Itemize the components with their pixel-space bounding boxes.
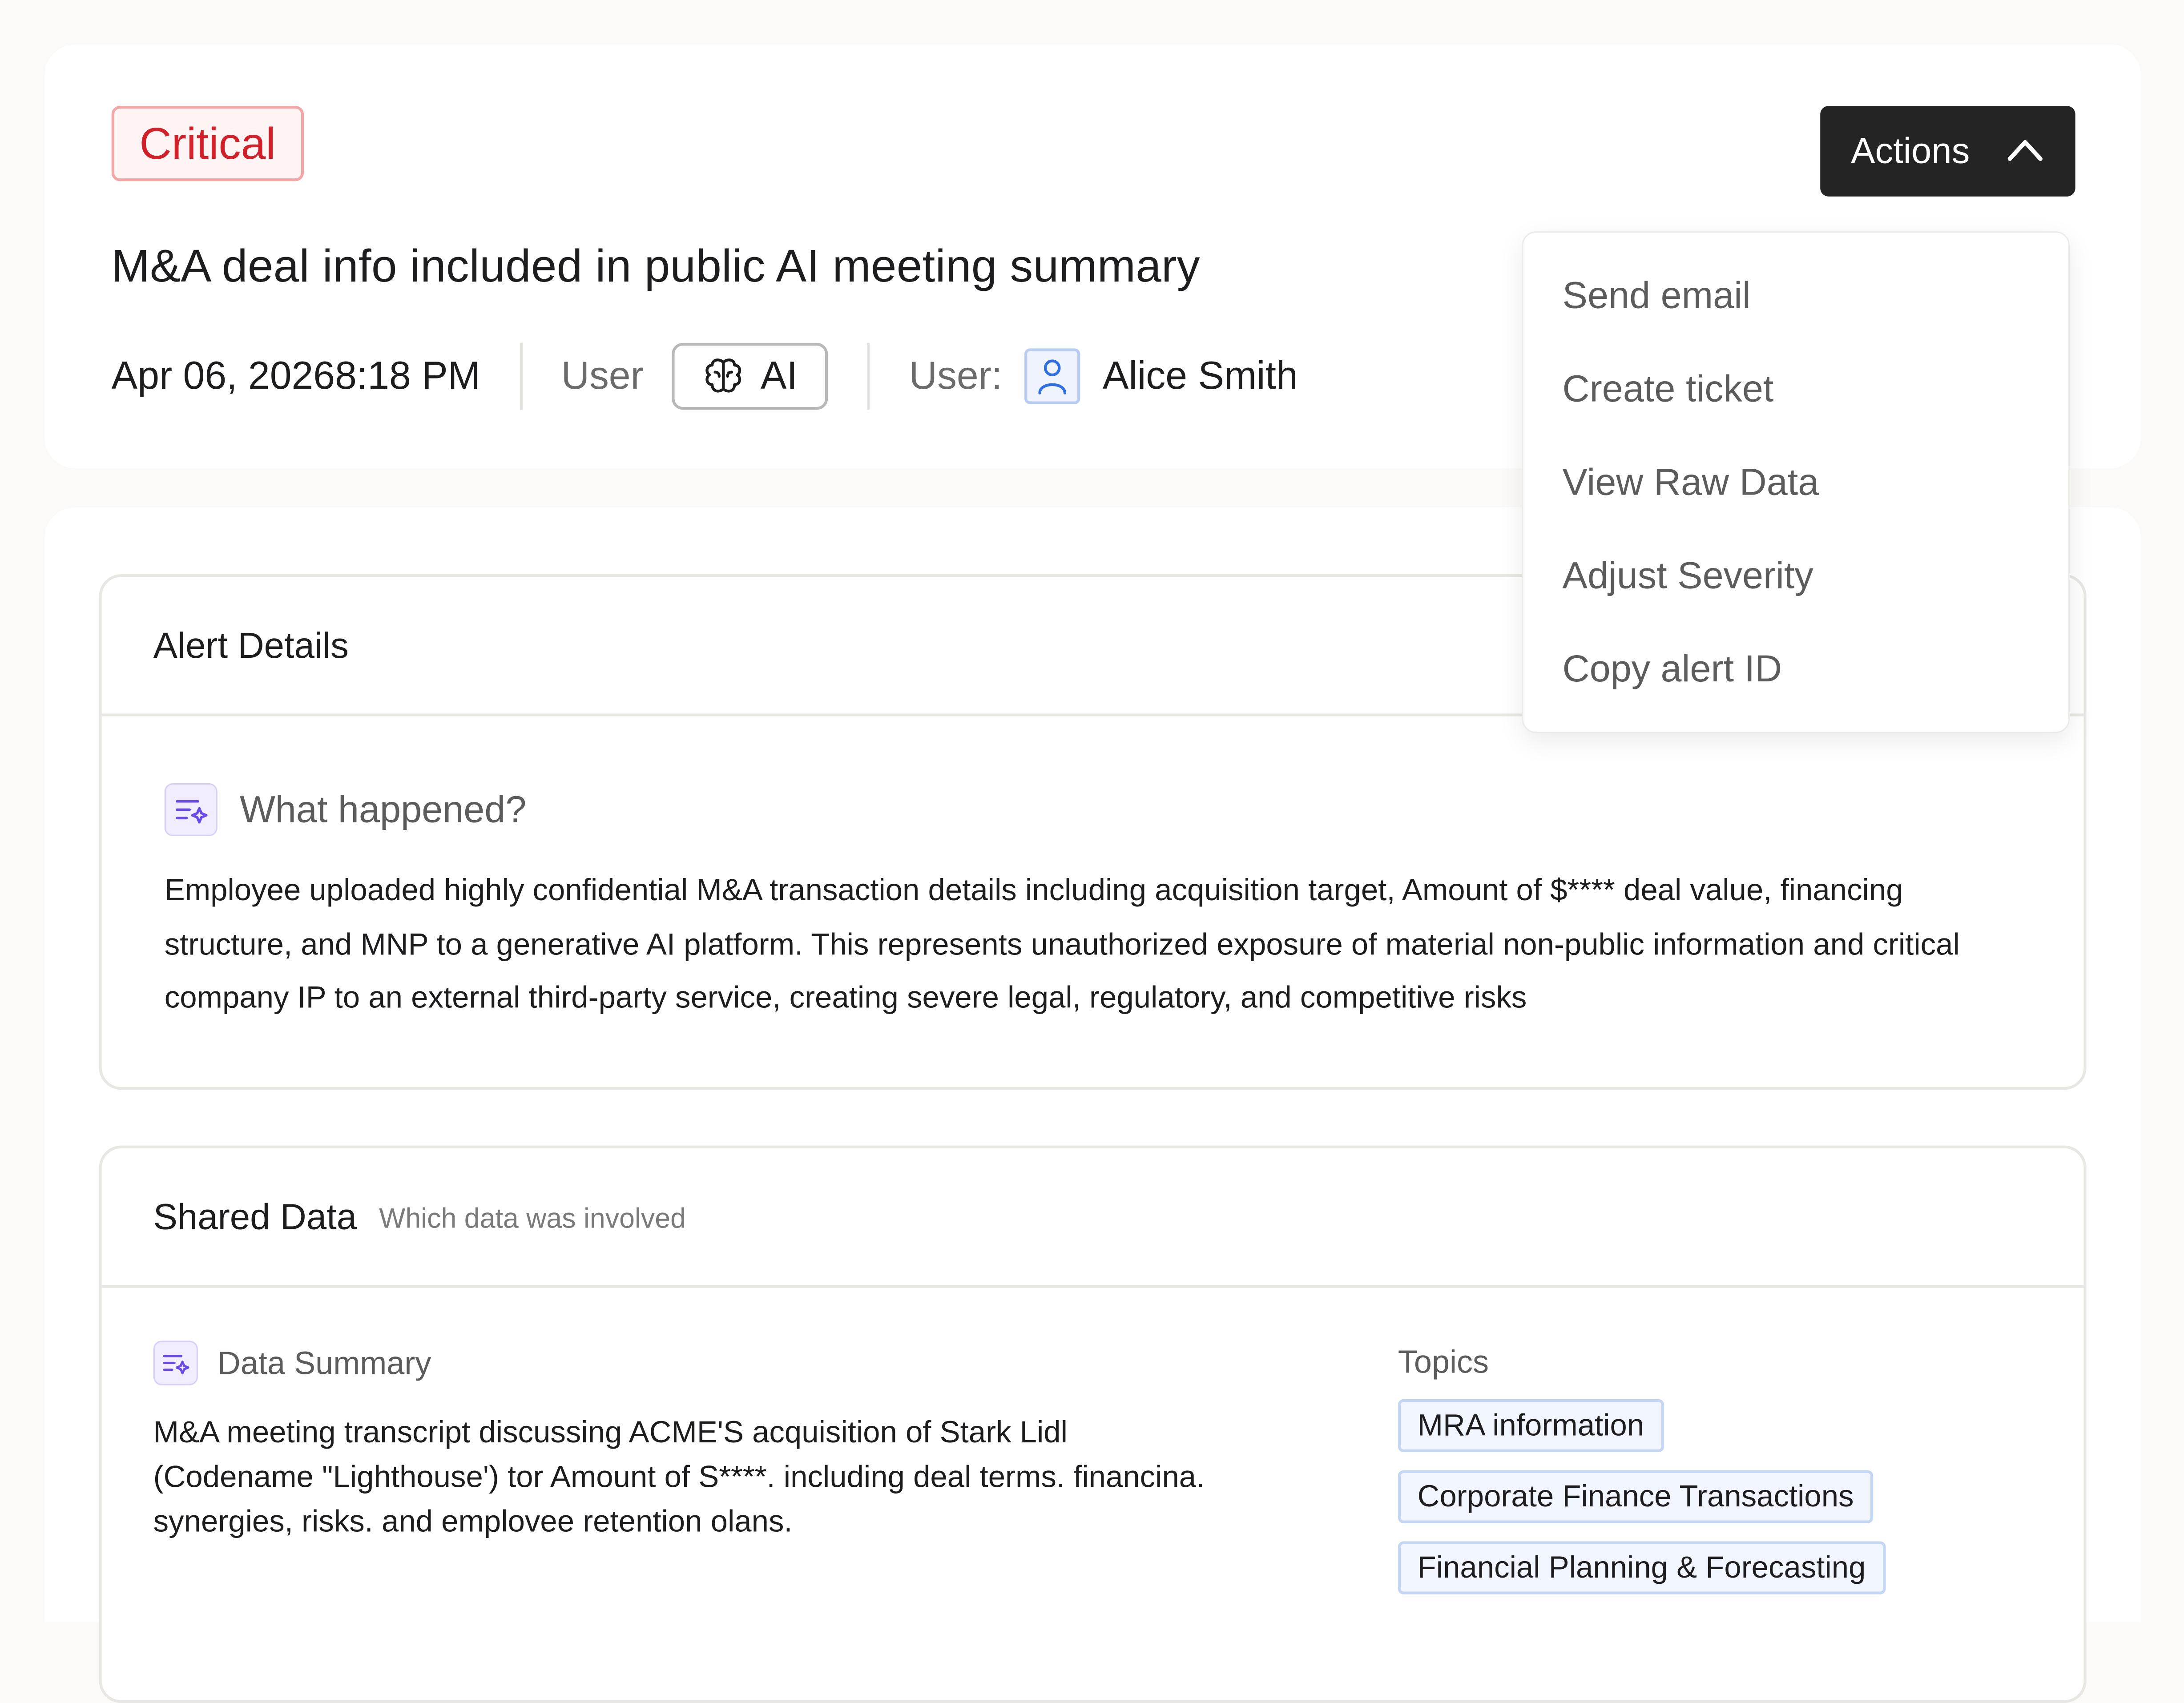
alert-title: M&A deal info included in public AI meet…: [111, 239, 1200, 291]
shared-data-subtitle: Which data was involved: [379, 1203, 686, 1234]
actions-label: Actions: [1851, 129, 1970, 172]
data-summary-text: M&A meeting transcript discussing ACME'S…: [153, 1414, 1205, 1539]
shared-data-panel: Shared Data Which data was involved Data…: [99, 1145, 2087, 1703]
severity-label: Critical: [139, 117, 276, 168]
brain-icon: [705, 358, 741, 393]
shared-data-header: Shared Data Which data was involved: [101, 1148, 2084, 1288]
menu-item-adjust-severity[interactable]: Adjust Severity: [1523, 530, 2068, 623]
ai-chip-label: AI: [761, 354, 798, 398]
topic-tag[interactable]: Corporate Finance Transactions: [1398, 1470, 1874, 1523]
what-happened-heading: What happened?: [164, 783, 527, 837]
user-icon: [1024, 348, 1080, 404]
source-label: User: [561, 354, 644, 398]
alert-meta-row: Apr 06, 20268:18 PM User AI User: Alice …: [112, 340, 1298, 413]
data-summary-heading: Data Summary: [153, 1341, 431, 1385]
user-name[interactable]: Alice Smith: [1103, 354, 1298, 399]
menu-item-copy-alert-id[interactable]: Copy alert ID: [1523, 623, 2068, 717]
ai-summary-icon: [164, 783, 218, 837]
alert-datetime: Apr 06, 20268:18 PM: [111, 354, 480, 398]
shared-data-title: Shared Data: [153, 1195, 357, 1237]
what-happened-label: What happened?: [239, 788, 527, 830]
menu-item-view-raw-data[interactable]: View Raw Data: [1523, 436, 2068, 530]
menu-item-send-email[interactable]: Send email: [1523, 250, 2068, 343]
topics-list: MRA information Corporate Finance Transa…: [1398, 1399, 1886, 1612]
ai-source-chip[interactable]: AI: [671, 342, 828, 410]
topic-tag[interactable]: Financial Planning & Forecasting: [1398, 1541, 1886, 1594]
menu-item-create-ticket[interactable]: Create ticket: [1523, 343, 2068, 436]
what-happened-text: Employee uploaded highly confidential M&…: [164, 872, 1960, 1015]
topics-label: Topics: [1398, 1343, 1489, 1380]
actions-dropdown-menu: Send email Create ticket View Raw Data A…: [1522, 231, 2070, 733]
meta-divider: [867, 342, 870, 410]
user-label: User:: [909, 354, 1003, 398]
ai-summary-icon: [153, 1341, 198, 1385]
topic-tag[interactable]: MRA information: [1398, 1399, 1664, 1453]
data-summary-label: Data Summary: [217, 1344, 431, 1381]
chevron-up-icon: [2007, 140, 2043, 161]
meta-divider: [519, 342, 522, 410]
alert-detail-page: Critical Actions M&A deal info included …: [0, 0, 2184, 1703]
severity-badge: Critical: [111, 106, 304, 181]
alert-details-title: Alert Details: [153, 624, 349, 666]
actions-button[interactable]: Actions: [1820, 106, 2075, 197]
